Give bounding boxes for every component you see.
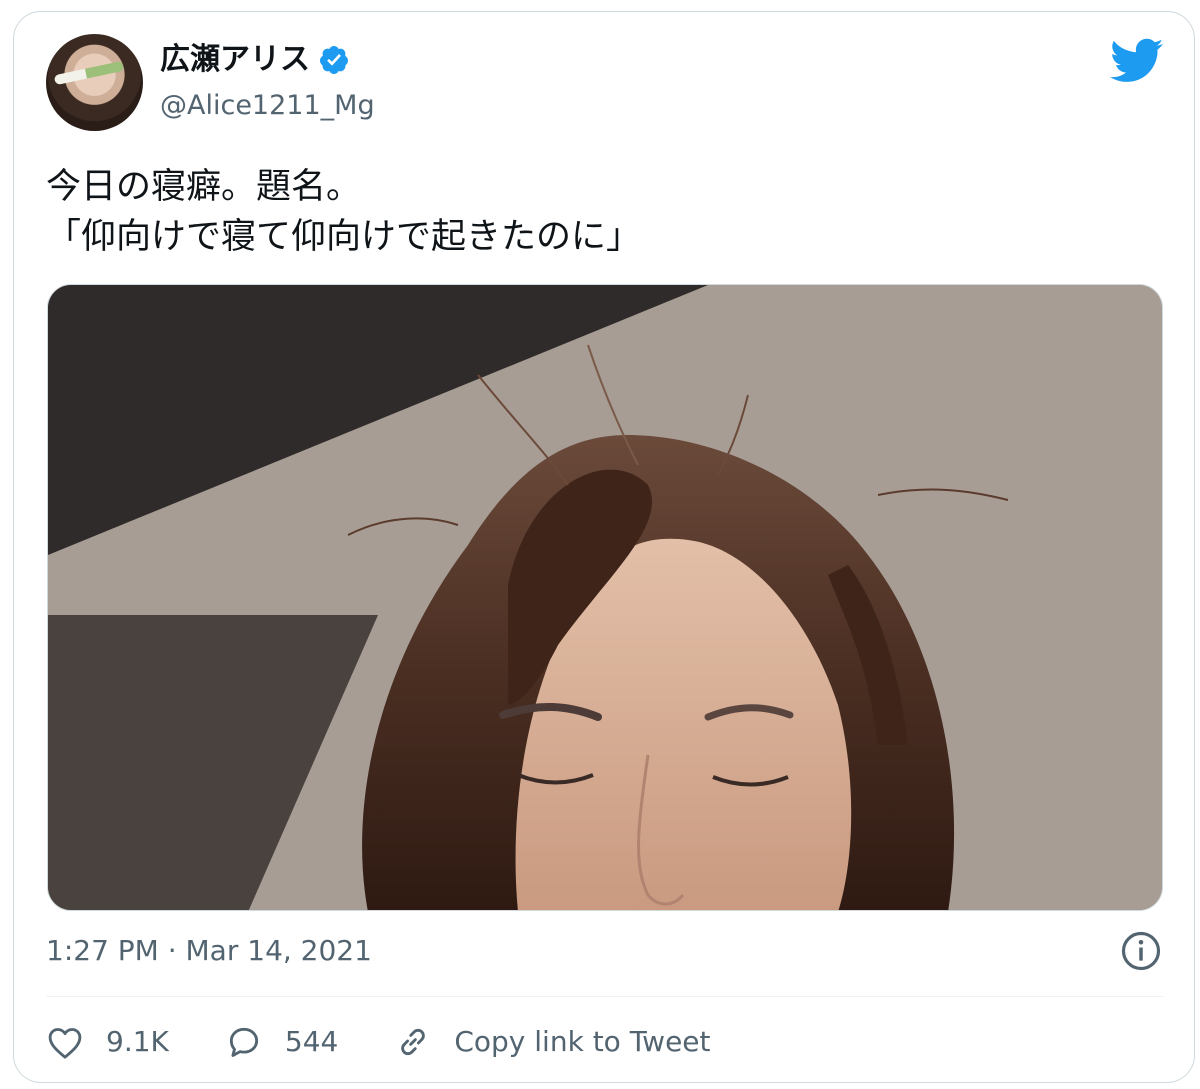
copy-link-label: Copy link to Tweet (454, 1025, 711, 1058)
tweet-text: 今日の寝癖。題名。 「仰向けで寝て仰向けで起きたのに」 (46, 167, 642, 257)
tweet-timestamp[interactable]: 1:27 PM · Mar 14, 2021 (46, 933, 372, 969)
twitter-bird-icon[interactable] (1110, 38, 1164, 84)
divider (46, 996, 1163, 997)
author-display-name[interactable]: 広瀬アリス (160, 42, 310, 78)
reply-button[interactable]: 544 (225, 1023, 338, 1061)
verified-badge-icon (319, 46, 348, 74)
author-name-row[interactable]: 広瀬アリス (160, 42, 350, 78)
reply-bubble-icon (229, 1027, 258, 1057)
info-icon[interactable] (1120, 930, 1162, 972)
avatar-leek-prop (53, 60, 125, 86)
photo-illustration (48, 285, 1162, 910)
avatar[interactable] (46, 34, 143, 131)
like-button[interactable]: 9.1K (46, 1023, 169, 1061)
copy-link-button[interactable]: Copy link to Tweet (394, 1023, 711, 1061)
author-handle[interactable]: @Alice1211_Mg (160, 88, 375, 124)
link-icon (401, 1028, 426, 1056)
reply-count: 544 (284, 1025, 339, 1058)
like-count: 9.1K (106, 1025, 169, 1058)
heart-icon (48, 1028, 82, 1059)
tweet-photo[interactable] (47, 284, 1163, 911)
tweet-actions: 9.1K 544 Copy link to Tweet (46, 1020, 767, 1064)
